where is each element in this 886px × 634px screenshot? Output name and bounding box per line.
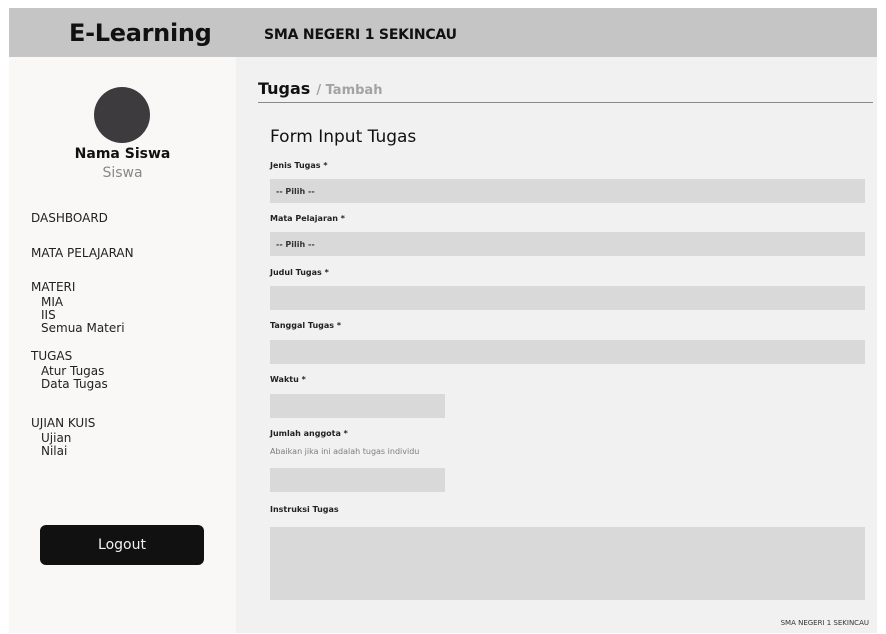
mata-pelajaran-select[interactable]: -- Pilih -- bbox=[270, 232, 865, 256]
waktu-input[interactable] bbox=[270, 394, 445, 418]
form-title: Form Input Tugas bbox=[270, 127, 417, 147]
jenis-tugas-selected-value: -- Pilih -- bbox=[276, 186, 315, 196]
footer-school-name: SMA NEGERI 1 SEKINCAU bbox=[780, 619, 869, 627]
sidebar: Nama Siswa Siswa DASHBOARD MATA PELAJARA… bbox=[9, 57, 236, 633]
jumlah-anggota-hint: Abaikan jika ini adalah tugas individu bbox=[270, 447, 420, 456]
jenis-tugas-select[interactable]: -- Pilih -- bbox=[270, 179, 865, 203]
judul-tugas-input[interactable] bbox=[270, 286, 865, 310]
mata-pelajaran-selected-value: -- Pilih -- bbox=[276, 239, 315, 249]
app-frame: E-Learning SMA NEGERI 1 SEKINCAU Nama Si… bbox=[9, 8, 877, 633]
jumlah-anggota-input[interactable] bbox=[270, 468, 445, 492]
sidebar-subitem-nilai[interactable]: Nilai bbox=[41, 445, 67, 458]
tanggal-tugas-input[interactable] bbox=[270, 340, 865, 364]
brand-logo-text: E-Learning bbox=[69, 19, 212, 47]
user-name: Nama Siswa bbox=[74, 146, 171, 162]
breadcrumb-sub: / Tambah bbox=[316, 83, 383, 98]
sidebar-item-ujian-kuis[interactable]: UJIAN KUIS bbox=[31, 416, 95, 430]
judul-tugas-label: Judul Tugas * bbox=[270, 268, 329, 277]
waktu-label: Waktu * bbox=[270, 375, 306, 384]
instruksi-tugas-textarea[interactable] bbox=[270, 527, 865, 600]
sidebar-subitem-data-tugas[interactable]: Data Tugas bbox=[41, 378, 108, 391]
user-role: Siswa bbox=[102, 165, 143, 181]
instruksi-tugas-label: Instruksi Tugas bbox=[270, 505, 339, 514]
logout-button[interactable]: Logout bbox=[40, 525, 204, 565]
avatar bbox=[94, 87, 150, 143]
main-content: Tugas / Tambah Form Input Tugas Jenis Tug… bbox=[236, 57, 877, 633]
breadcrumb-divider bbox=[258, 102, 873, 103]
sidebar-item-materi[interactable]: MATERI bbox=[31, 280, 75, 294]
breadcrumb-current[interactable]: Tugas bbox=[258, 79, 310, 98]
sidebar-item-tugas[interactable]: TUGAS bbox=[31, 349, 72, 363]
jumlah-anggota-label: Jumlah anggota * bbox=[270, 429, 348, 438]
sidebar-item-dashboard[interactable]: DASHBOARD bbox=[31, 211, 108, 225]
school-name: SMA NEGERI 1 SEKINCAU bbox=[264, 27, 457, 43]
sidebar-subitem-semua-materi[interactable]: Semua Materi bbox=[41, 322, 125, 335]
jenis-tugas-label: Jenis Tugas * bbox=[270, 161, 328, 170]
top-header: E-Learning SMA NEGERI 1 SEKINCAU bbox=[9, 8, 877, 57]
tanggal-tugas-label: Tanggal Tugas * bbox=[270, 321, 342, 330]
mata-pelajaran-label: Mata Pelajaran * bbox=[270, 214, 345, 223]
sidebar-item-mata-pelajaran[interactable]: MATA PELAJARAN bbox=[31, 246, 134, 260]
breadcrumb: Tugas / Tambah bbox=[258, 79, 382, 99]
